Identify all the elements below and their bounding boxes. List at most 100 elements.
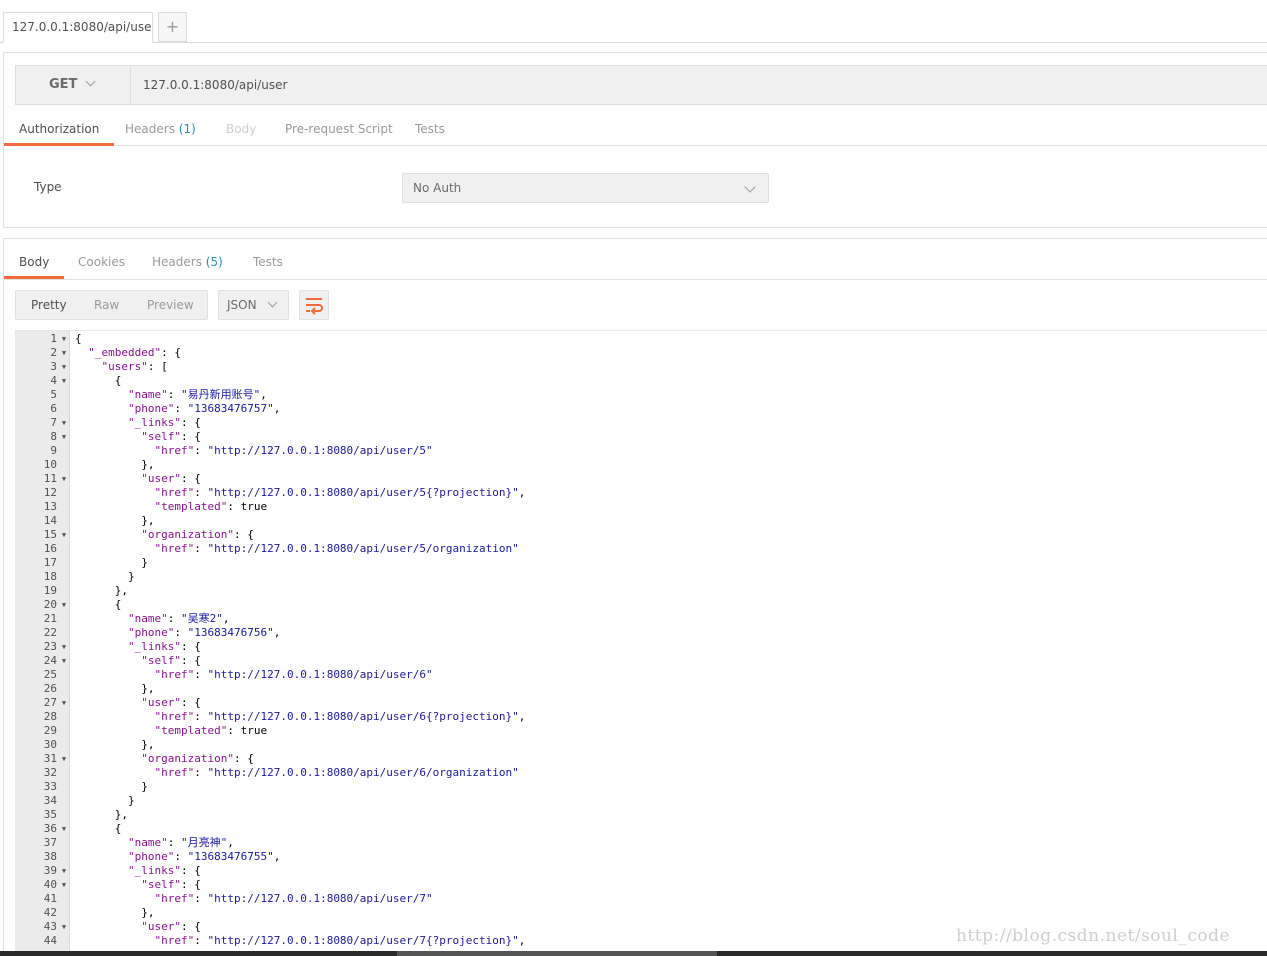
tab-headers[interactable]: Headers (1)	[125, 112, 196, 146]
chevron-down-icon	[267, 297, 278, 308]
line-number: 32	[43, 766, 57, 779]
wrap-lines-button[interactable]	[299, 290, 329, 320]
code-text: "phone": "13683476757",	[127, 402, 281, 415]
preview-button[interactable]: Preview	[147, 291, 194, 319]
code-text: }	[75, 556, 148, 569]
watermark: http://blog.csdn.net/soul_code	[956, 926, 1231, 946]
code-text: },	[75, 682, 155, 695]
code-text: {	[75, 822, 122, 835]
fold-toggle-icon[interactable]: ▼	[59, 822, 69, 836]
code-text: {	[75, 374, 122, 387]
tab-tests[interactable]: Tests	[415, 112, 445, 146]
method-select[interactable]: GET	[16, 66, 131, 104]
line-number: 43	[43, 920, 57, 933]
code-text: "_links": {	[127, 864, 201, 877]
code-text: "organization": {	[141, 528, 254, 541]
tab-body[interactable]: Body	[226, 112, 256, 146]
code-line: 31 ▼ "organization": {	[15, 752, 1267, 766]
fold-toggle-icon[interactable]: ▼	[59, 654, 69, 668]
code-text: {	[75, 598, 122, 611]
code-text: "href": "http://127.0.0.1:8080/api/user/…	[154, 710, 526, 723]
code-lines: 1 ▼{2 ▼ "_embedded": {3 ▼ "users": [4 ▼ {5 "…	[15, 332, 1267, 948]
request-tab[interactable]: 127.0.0.1:8080/api/user	[3, 12, 153, 43]
line-number: 28	[43, 710, 57, 723]
tab-response-tests[interactable]: Tests	[253, 245, 283, 279]
tab-response-headers[interactable]: Headers (5)	[152, 245, 223, 279]
line-number: 34	[43, 794, 57, 807]
scrollbar-thumb[interactable]	[397, 951, 717, 956]
line-number: 5	[50, 388, 57, 401]
add-tab-button[interactable]: +	[158, 12, 187, 42]
fold-toggle-icon[interactable]: ▼	[59, 696, 69, 710]
code-text: "href": "http://127.0.0.1:8080/api/user/…	[154, 444, 433, 457]
fold-toggle-icon[interactable]: ▼	[59, 416, 69, 430]
line-number: 16	[43, 542, 57, 555]
code-line: 36 ▼ {	[15, 822, 1267, 836]
fold-toggle-icon[interactable]: ▼	[59, 346, 69, 360]
code-line: 6 "phone": "13683476757",	[15, 402, 1267, 416]
code-line: 20 ▼ {	[15, 598, 1267, 612]
format-value: JSON	[227, 298, 257, 312]
line-number: 15	[43, 528, 57, 541]
fold-toggle-icon[interactable]: ▼	[59, 374, 69, 388]
fold-toggle-icon[interactable]: ▼	[59, 332, 69, 346]
fold-toggle-icon[interactable]: ▼	[59, 752, 69, 766]
format-select[interactable]: JSON	[218, 290, 289, 320]
auth-type-select[interactable]: No Auth	[402, 173, 769, 203]
code-text: },	[75, 906, 155, 919]
code-text: },	[75, 584, 128, 597]
code-line: 7 ▼ "_links": {	[15, 416, 1267, 430]
response-code-editor[interactable]: 1 ▼{2 ▼ "_embedded": {3 ▼ "users": [4 ▼ {5 "…	[15, 330, 1267, 956]
fold-toggle-icon[interactable]: ▼	[59, 528, 69, 542]
window-bottom-bar	[0, 951, 1267, 956]
response-tabs: Body Cookies Headers (5) Tests	[4, 245, 1267, 280]
tab-authorization[interactable]: Authorization	[4, 112, 115, 146]
pretty-button[interactable]: Pretty	[31, 291, 67, 319]
code-text: }	[75, 570, 135, 583]
fold-toggle-icon[interactable]: ▼	[59, 864, 69, 878]
line-number: 27	[43, 696, 57, 709]
code-line: 32 "href": "http://127.0.0.1:8080/api/us…	[15, 766, 1267, 780]
line-number: 20	[43, 598, 57, 611]
headers-count: (1)	[178, 122, 196, 136]
code-text: "user": {	[141, 920, 201, 933]
code-line: 35 },	[15, 808, 1267, 822]
code-text: "href": "http://127.0.0.1:8080/api/user/…	[154, 766, 519, 779]
fold-toggle-icon[interactable]: ▼	[59, 472, 69, 486]
request-subtabs: Authorization Headers (1) Body Pre-reque…	[4, 112, 1267, 146]
code-line: 37 "name": "月亮神",	[15, 836, 1267, 850]
code-text: "self": {	[141, 430, 201, 443]
code-line: 21 "name": "吴寒2",	[15, 612, 1267, 626]
line-number: 40	[43, 878, 57, 891]
code-line: 25 "href": "http://127.0.0.1:8080/api/us…	[15, 668, 1267, 682]
fold-toggle-icon[interactable]: ▼	[59, 878, 69, 892]
fold-toggle-icon[interactable]: ▼	[59, 598, 69, 612]
fold-toggle-icon[interactable]: ▼	[59, 920, 69, 934]
tab-pre-request-script[interactable]: Pre-request Script	[285, 112, 393, 146]
tab-response-body[interactable]: Body	[4, 245, 65, 279]
tab-cookies[interactable]: Cookies	[78, 245, 125, 279]
code-text: "user": {	[141, 472, 201, 485]
code-line: 33 }	[15, 780, 1267, 794]
code-text: "name": "吴寒2",	[127, 612, 230, 625]
raw-button[interactable]: Raw	[94, 291, 119, 319]
line-number: 4	[50, 374, 57, 387]
code-text: "name": "月亮神",	[127, 836, 234, 849]
fold-toggle-icon[interactable]: ▼	[59, 640, 69, 654]
fold-toggle-icon[interactable]: ▼	[59, 430, 69, 444]
code-text: "_embedded": {	[88, 346, 181, 359]
code-line: 1 ▼ {	[15, 332, 1267, 346]
line-number: 8	[50, 430, 57, 443]
response-panel: Body Cookies Headers (5) Tests Pretty Ra…	[3, 238, 1267, 956]
line-number: 14	[43, 514, 57, 527]
code-line: 19 },	[15, 584, 1267, 598]
code-line: 9 "href": "http://127.0.0.1:8080/api/use…	[15, 444, 1267, 458]
url-input[interactable]: 127.0.0.1:8080/api/user	[143, 66, 287, 104]
chevron-down-icon	[744, 181, 756, 193]
fold-toggle-icon[interactable]: ▼	[59, 360, 69, 374]
code-text: "self": {	[141, 654, 201, 667]
code-line: 12 "href": "http://127.0.0.1:8080/api/us…	[15, 486, 1267, 500]
code-text: },	[75, 808, 128, 821]
code-line: 30 },	[15, 738, 1267, 752]
code-line: 8 ▼ "self": {	[15, 430, 1267, 444]
